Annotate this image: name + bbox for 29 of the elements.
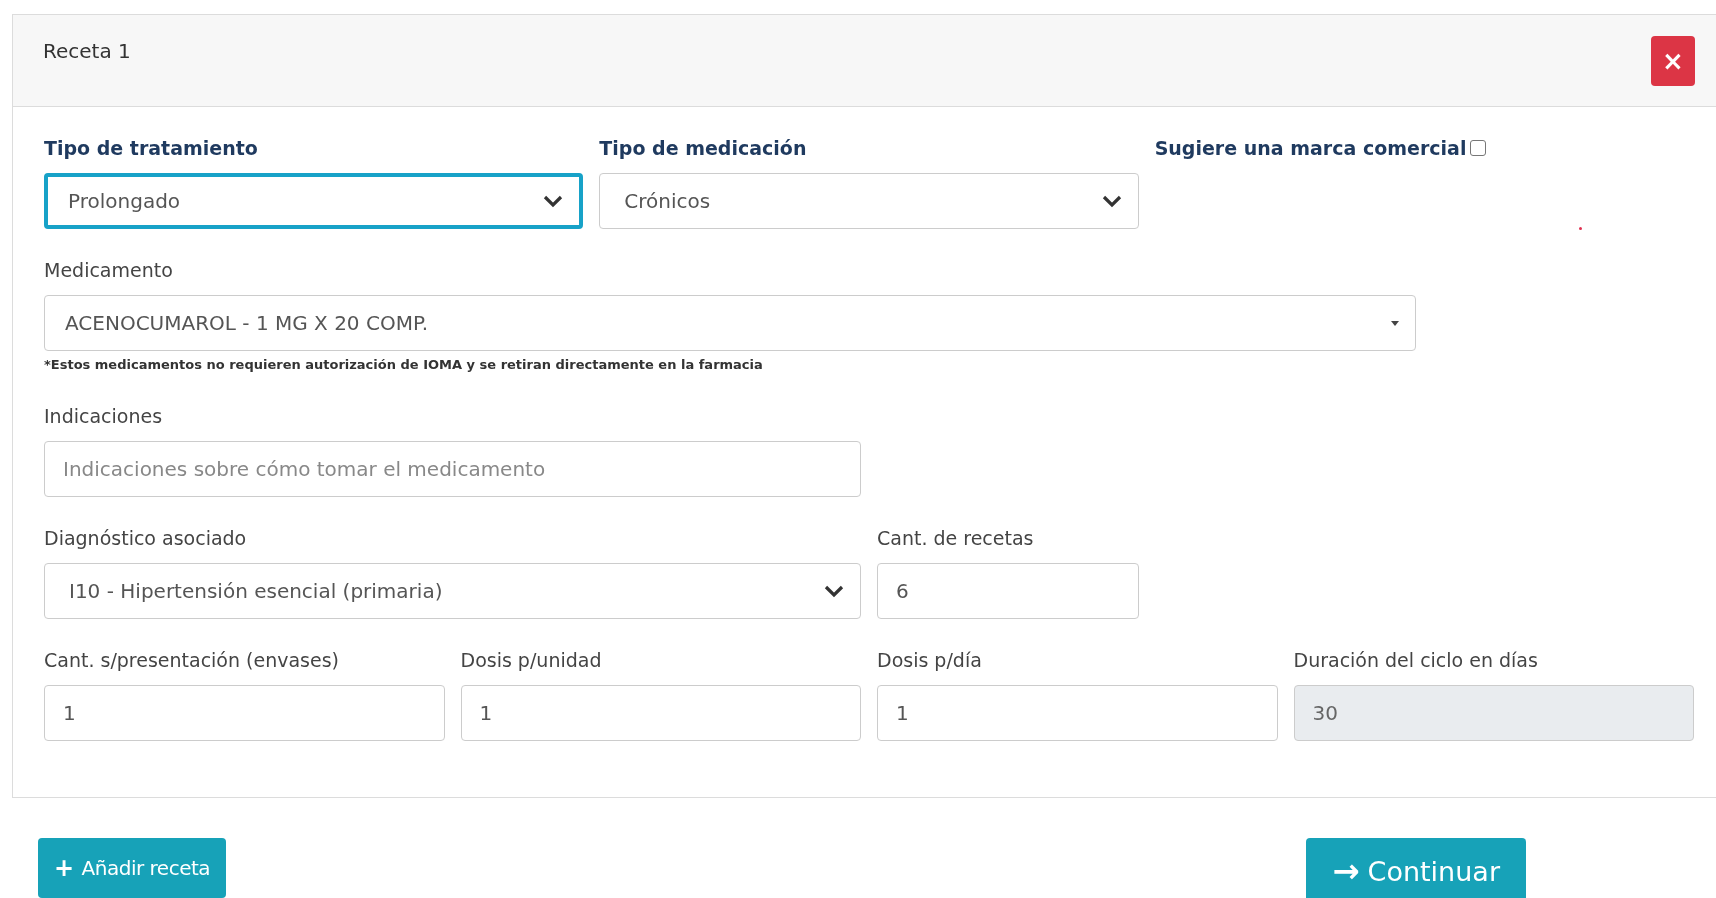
input-field[interactable]: 6 (877, 563, 1139, 619)
field-label: Cant. s/presentación (envases) (44, 648, 340, 673)
help-note: *Estos medicamentos no requieren autorización de IOMA y se retiran directamente en la farmacia (44, 357, 764, 374)
select-field[interactable]: ACENOCUMAROL - 1 MG X 20 COMP. (44, 295, 1417, 351)
input-field[interactable]: 1 (44, 685, 445, 741)
chevron-down-icon (543, 194, 564, 208)
card-title: Receta 1 (43, 38, 131, 63)
field-label: Cant. de recetas (877, 526, 1035, 551)
caret-icon (1391, 320, 1400, 326)
dot-mark (1578, 227, 1582, 230)
field-label: Diagnóstico asociado (44, 526, 248, 551)
chevron-down-icon (824, 584, 844, 598)
input-field[interactable]: Indicaciones sobre cómo tomar el medicamento (44, 441, 861, 497)
field-label: Duración del ciclo en días (1293, 648, 1539, 673)
field-label: Tipo de medicación (599, 136, 808, 161)
field-label: Dosis p/día (877, 648, 983, 673)
input-field[interactable]: 1 (877, 685, 1278, 741)
field-label: Sugiere una marca comercial (1154, 136, 1467, 161)
select-field[interactable]: Crónicos (599, 173, 1139, 229)
checkbox[interactable] (1470, 140, 1487, 156)
field-label: Dosis p/unidad (460, 648, 603, 673)
close-button[interactable]: × (1651, 35, 1695, 86)
field-label: Medicamento (44, 258, 174, 283)
chevron-down-icon (1101, 194, 1122, 208)
field-label: Tipo de tratamiento (44, 136, 259, 161)
field-label: Indicaciones (44, 404, 164, 429)
select-field[interactable]: Prolongado (44, 173, 584, 229)
select-field[interactable]: I10 - Hipertensión esencial (primaria) (44, 563, 861, 619)
input-field[interactable]: 1 (460, 685, 861, 741)
